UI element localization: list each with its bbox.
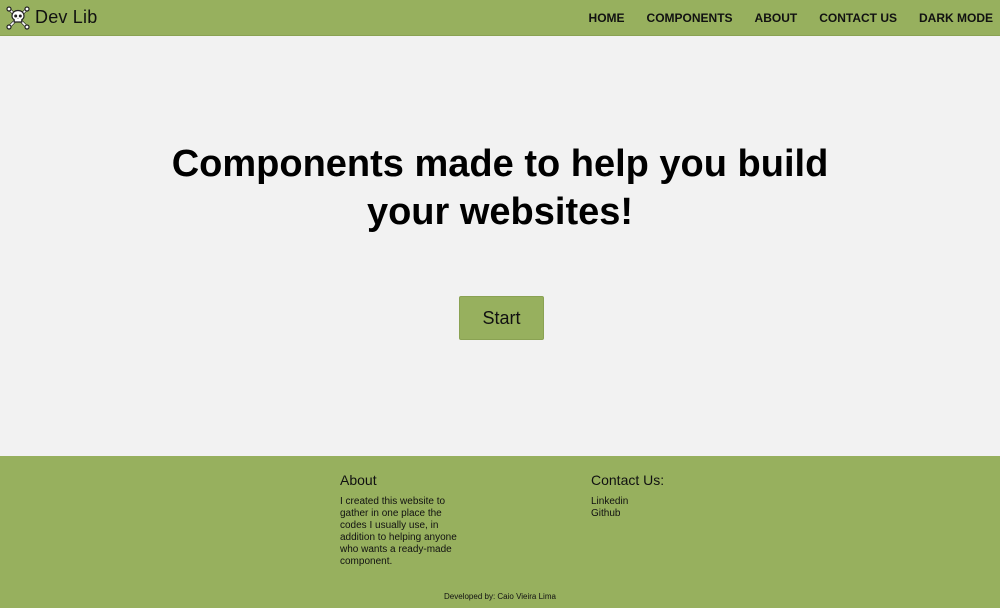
hero-headline: Components made to help you build your w… xyxy=(171,143,829,233)
brand-title: Dev Lib xyxy=(35,7,98,27)
nav-home[interactable]: HOME xyxy=(589,11,625,25)
dark-mode-toggle[interactable]: DARK MODE xyxy=(919,11,993,25)
nav-menu: HOME COMPONENTS ABOUT CONTACT US DARK MO… xyxy=(589,0,993,36)
footer-about-text: I created this website to gather in one … xyxy=(340,496,457,567)
start-button[interactable]: Start xyxy=(459,296,544,340)
footer-contact-heading: Contact Us: xyxy=(591,472,665,488)
footer-about-heading: About xyxy=(340,472,377,488)
footer-contact: Contact Us: Linkedin Github xyxy=(591,472,731,520)
nav-components[interactable]: COMPONENTS xyxy=(647,11,733,25)
brand[interactable]: Dev Lib xyxy=(6,0,97,36)
footer: About I created this website to gather i… xyxy=(0,456,1000,608)
navbar: Dev Lib HOME COMPONENTS ABOUT CONTACT US… xyxy=(0,0,1000,36)
footer-about: About I created this website to gather i… xyxy=(340,472,460,568)
skull-crossbones-icon xyxy=(6,5,30,30)
nav-contact-us[interactable]: CONTACT US xyxy=(819,11,897,25)
linkedin-link[interactable]: Linkedin xyxy=(591,496,731,508)
nav-about[interactable]: ABOUT xyxy=(755,11,798,25)
hero-section: Components made to help you build your w… xyxy=(0,36,1000,456)
github-link[interactable]: Github xyxy=(591,508,731,520)
footer-credit: Developed by: Caio Vieira Lima xyxy=(444,592,556,601)
